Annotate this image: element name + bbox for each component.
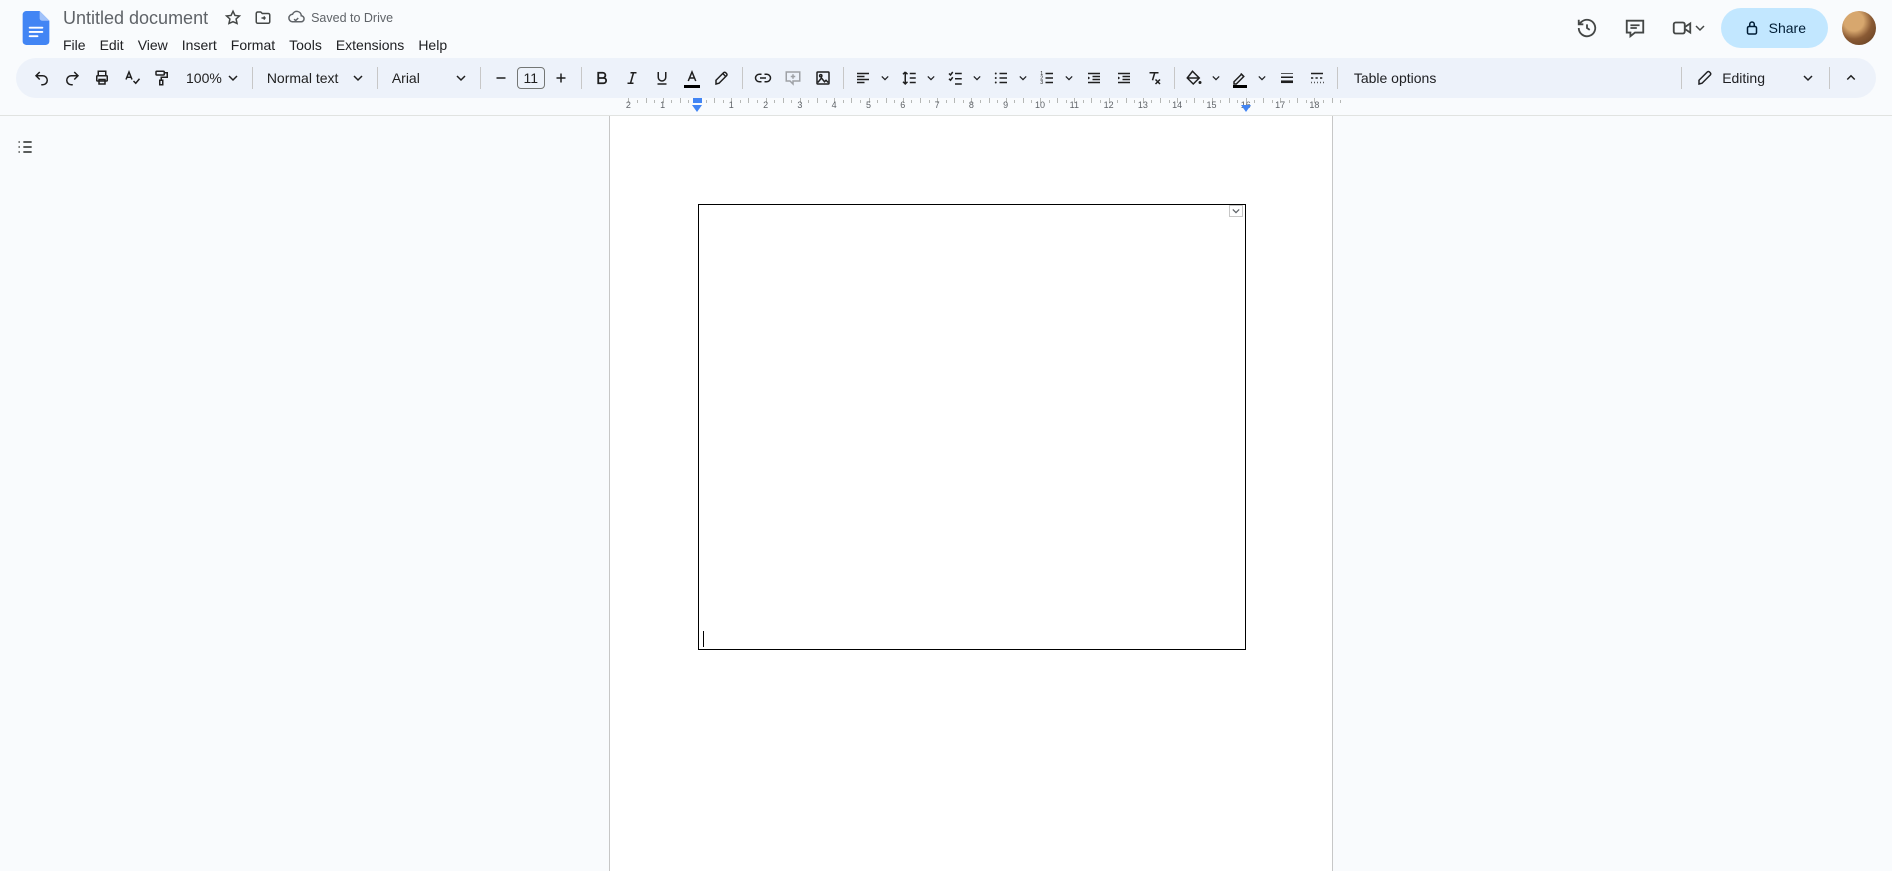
font-family-value: Arial	[392, 70, 420, 86]
text-cursor	[703, 631, 704, 647]
add-comment-button	[779, 64, 807, 92]
table-context-handle[interactable]	[1229, 205, 1243, 217]
clear-formatting-button[interactable]	[1140, 64, 1168, 92]
align-left-icon	[850, 64, 876, 92]
paragraph-styles-dropdown[interactable]: Normal text	[259, 64, 371, 92]
share-label: Share	[1769, 20, 1806, 36]
decrease-font-size-button[interactable]	[487, 64, 515, 92]
border-color-dropdown[interactable]	[1227, 64, 1271, 92]
cell-fill-dropdown[interactable]	[1181, 64, 1225, 92]
collapse-toolbar-button[interactable]	[1836, 64, 1866, 92]
caret-down-icon	[349, 69, 367, 87]
menu-tools[interactable]: Tools	[282, 34, 329, 56]
numbered-list-dropdown[interactable]: 123	[1034, 64, 1078, 92]
text-color-button[interactable]	[678, 64, 706, 92]
editing-mode-label: Editing	[1722, 70, 1765, 86]
paint-bucket-icon	[1181, 64, 1207, 92]
line-spacing-icon	[896, 64, 922, 92]
left-indent-marker[interactable]	[692, 105, 702, 112]
undo-button[interactable]	[28, 64, 56, 92]
caret-down-icon	[1253, 64, 1271, 92]
version-history-button[interactable]	[1567, 8, 1607, 48]
caret-down-icon	[1014, 64, 1032, 92]
caret-down-icon	[922, 64, 940, 92]
menu-view[interactable]: View	[131, 34, 175, 56]
menu-help[interactable]: Help	[411, 34, 454, 56]
decrease-indent-button[interactable]	[1080, 64, 1108, 92]
drive-status[interactable]: Saved to Drive	[283, 7, 397, 29]
font-size-input[interactable]	[517, 67, 545, 89]
caret-down-icon	[1207, 64, 1225, 92]
menu-file[interactable]: File	[56, 34, 93, 56]
caret-down-icon	[1060, 64, 1078, 92]
increase-font-size-button[interactable]	[547, 64, 575, 92]
line-spacing-dropdown[interactable]	[896, 64, 940, 92]
paint-format-button[interactable]	[148, 64, 176, 92]
caret-down-icon	[224, 69, 242, 87]
insert-image-button[interactable]	[809, 64, 837, 92]
spellcheck-button[interactable]	[118, 64, 146, 92]
bold-button[interactable]	[588, 64, 616, 92]
menu-format[interactable]: Format	[224, 34, 282, 56]
insert-link-button[interactable]	[749, 64, 777, 92]
account-avatar[interactable]	[1842, 11, 1876, 45]
menubar: FileEditViewInsertFormatToolsExtensionsH…	[56, 32, 1567, 58]
highlight-color-button[interactable]	[708, 64, 736, 92]
increase-indent-button[interactable]	[1110, 64, 1138, 92]
border-width-button[interactable]	[1273, 64, 1301, 92]
print-button[interactable]	[88, 64, 116, 92]
first-line-indent-marker[interactable]	[693, 98, 702, 103]
comments-button[interactable]	[1615, 8, 1655, 48]
font-family-dropdown[interactable]: Arial	[384, 64, 474, 92]
bulleted-list-dropdown[interactable]	[988, 64, 1032, 92]
star-icon[interactable]	[221, 6, 245, 30]
table-cell[interactable]	[699, 205, 1246, 650]
menu-insert[interactable]: Insert	[175, 34, 224, 56]
document-outline-button[interactable]	[8, 130, 42, 164]
toolbar: 100% Normal text Arial	[16, 58, 1876, 98]
caret-down-icon	[1799, 69, 1817, 87]
paragraph-style-value: Normal text	[267, 70, 339, 86]
checklist-dropdown[interactable]	[942, 64, 986, 92]
svg-text:3: 3	[1040, 80, 1043, 86]
document-table[interactable]	[698, 204, 1246, 650]
redo-button[interactable]	[58, 64, 86, 92]
border-style-button[interactable]	[1303, 64, 1331, 92]
zoom-value: 100%	[186, 70, 222, 86]
menu-edit[interactable]: Edit	[93, 34, 131, 56]
document-title[interactable]: Untitled document	[56, 7, 215, 30]
bulleted-list-icon	[988, 64, 1014, 92]
caret-down-icon	[452, 69, 470, 87]
drive-status-text: Saved to Drive	[311, 11, 393, 25]
align-dropdown[interactable]	[850, 64, 894, 92]
table-options-button[interactable]: Table options	[1344, 64, 1447, 92]
horizontal-ruler[interactable]: 21123456789101112131415161718	[50, 98, 1892, 115]
document-page[interactable]	[609, 116, 1333, 871]
caret-down-icon	[876, 64, 894, 92]
menu-extensions[interactable]: Extensions	[329, 34, 411, 56]
right-indent-marker[interactable]	[1241, 105, 1251, 112]
docs-logo[interactable]	[16, 8, 56, 48]
caret-down-icon	[968, 64, 986, 92]
share-button[interactable]: Share	[1721, 8, 1828, 48]
move-to-folder-icon[interactable]	[251, 6, 275, 30]
zoom-dropdown[interactable]: 100%	[178, 64, 246, 92]
meet-button[interactable]	[1663, 8, 1713, 48]
editing-mode-dropdown[interactable]: Editing	[1688, 64, 1823, 92]
caret-down-icon	[1695, 19, 1705, 37]
checklist-icon	[942, 64, 968, 92]
border-color-icon	[1227, 64, 1253, 92]
numbered-list-icon: 123	[1034, 64, 1060, 92]
underline-button[interactable]	[648, 64, 676, 92]
italic-button[interactable]	[618, 64, 646, 92]
